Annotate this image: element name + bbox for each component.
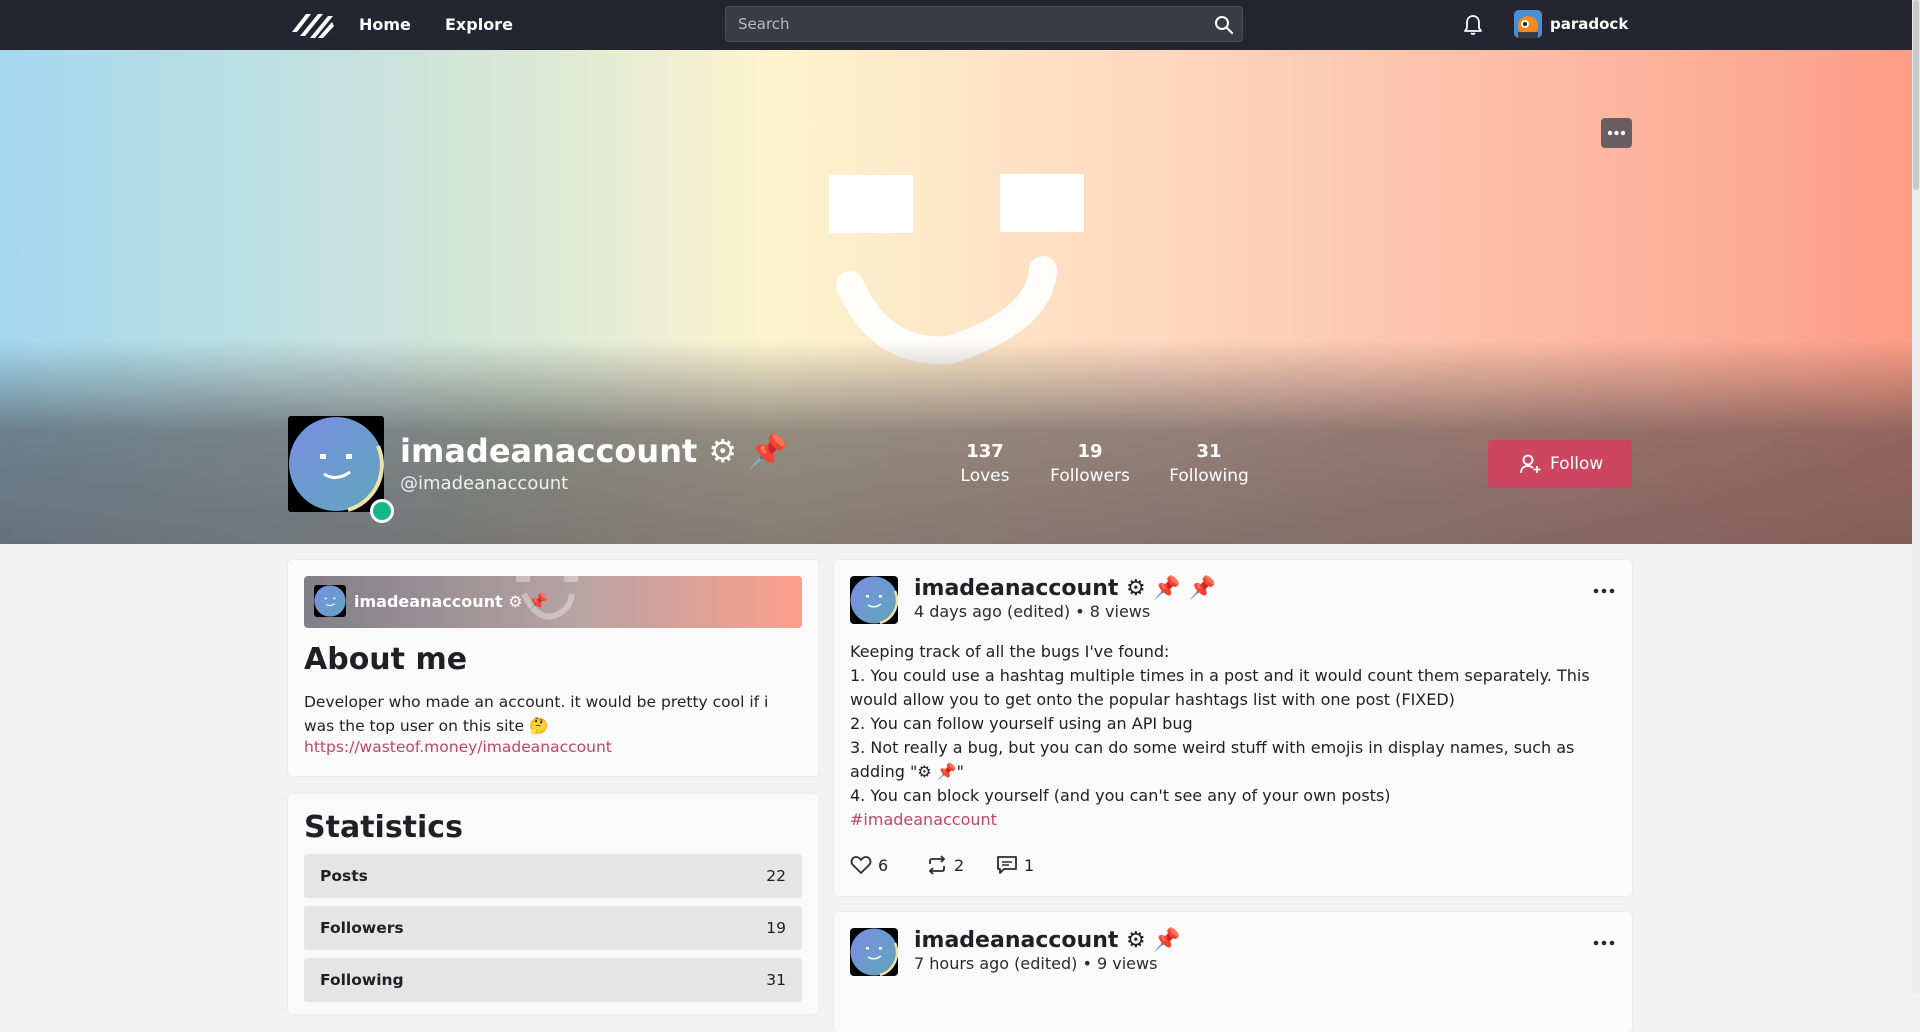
post-line: Keeping track of all the bugs I've found… bbox=[850, 642, 1170, 661]
statistics-card: Statistics Posts 22 Followers 19 Followi… bbox=[288, 794, 818, 1014]
profile-name: imadeanaccount ⚙ 📌 bbox=[400, 432, 789, 470]
comment-count: 1 bbox=[1024, 855, 1035, 875]
like-count: 6 bbox=[878, 855, 889, 875]
statistics-title: Statistics bbox=[304, 810, 463, 845]
online-status-dot bbox=[370, 499, 394, 523]
post-line: 3. Not really a bug, but you can do some… bbox=[850, 738, 1580, 781]
search-box bbox=[725, 6, 1243, 42]
follow-button[interactable]: Follow bbox=[1488, 440, 1632, 488]
statistics-row-label: Posts bbox=[320, 867, 368, 885]
repost-button[interactable]: 2 bbox=[926, 854, 964, 876]
post-author-avatar[interactable] bbox=[850, 576, 898, 624]
post-author-name[interactable]: imadeanaccount ⚙ 📌 bbox=[914, 928, 1181, 953]
about-link[interactable]: https://wasteof.money/imadeanaccount bbox=[304, 738, 612, 756]
statistics-row-value: 19 bbox=[766, 919, 786, 937]
search-input[interactable] bbox=[726, 7, 1242, 41]
statistics-row-label: Following bbox=[320, 971, 404, 989]
comment-button[interactable]: 1 bbox=[996, 854, 1034, 876]
mini-profile-name: imadeanaccount ⚙ 📌 bbox=[354, 592, 549, 611]
heart-icon bbox=[850, 856, 872, 874]
post-line: 1. You could use a hashtag multiple time… bbox=[850, 666, 1595, 709]
statistics-row: Following 31 bbox=[304, 958, 802, 1002]
stat-loves-value: 137 bbox=[966, 441, 1004, 462]
about-text: Developer who made an account. it would … bbox=[304, 693, 769, 735]
more-icon[interactable] bbox=[1592, 584, 1616, 598]
profile-avatar[interactable] bbox=[288, 416, 384, 512]
like-button[interactable]: 6 bbox=[850, 854, 888, 876]
more-icon[interactable] bbox=[1592, 936, 1616, 950]
stat-following-label: Following bbox=[1169, 466, 1249, 486]
post-line: 4. You can block yourself (and you can't… bbox=[850, 786, 1391, 805]
add-user-icon bbox=[1520, 454, 1542, 474]
post-card: imadeanaccount ⚙ 📌 📌 4 days ago (edited)… bbox=[834, 560, 1632, 896]
statistics-row: Posts 22 bbox=[304, 854, 802, 898]
statistics-row-value: 22 bbox=[766, 867, 786, 885]
stat-loves[interactable]: 137 Loves bbox=[935, 441, 1035, 486]
post-author-avatar[interactable] bbox=[850, 928, 898, 976]
post-meta: 4 days ago (edited) • 8 views bbox=[914, 602, 1151, 621]
post-meta: 7 hours ago (edited) • 9 views bbox=[914, 954, 1158, 973]
more-icon bbox=[1607, 130, 1626, 136]
scrollbar-thumb[interactable] bbox=[1913, 0, 1919, 190]
statistics-row: Followers 19 bbox=[304, 906, 802, 950]
statistics-row-value: 31 bbox=[766, 971, 786, 989]
post-hashtag[interactable]: #imadeanaccount bbox=[850, 808, 1600, 832]
mini-avatar bbox=[314, 585, 346, 617]
user-name[interactable]: paradock bbox=[1550, 15, 1628, 33]
banner-more-button[interactable] bbox=[1601, 118, 1632, 148]
profile-handle: @imadeanaccount bbox=[400, 473, 569, 494]
nav-home-link[interactable]: Home bbox=[359, 15, 411, 34]
search-icon[interactable] bbox=[1214, 15, 1234, 35]
post-line: 2. You can follow yourself using an API … bbox=[850, 714, 1193, 733]
about-title: About me bbox=[304, 642, 468, 677]
about-card: imadeanaccount ⚙ 📌 About me Developer wh… bbox=[288, 560, 818, 776]
scrollbar-track[interactable] bbox=[1912, 0, 1920, 993]
repost-icon bbox=[928, 855, 946, 875]
statistics-row-label: Followers bbox=[320, 919, 404, 937]
mini-profile-banner[interactable]: imadeanaccount ⚙ 📌 bbox=[304, 576, 802, 628]
stat-followers-value: 19 bbox=[1077, 441, 1103, 462]
post-author-name[interactable]: imadeanaccount ⚙ 📌 📌 bbox=[914, 576, 1216, 601]
comment-icon bbox=[997, 856, 1017, 874]
repost-count: 2 bbox=[954, 855, 965, 875]
stat-followers[interactable]: 19 Followers bbox=[1040, 441, 1140, 486]
bell-icon[interactable] bbox=[1462, 14, 1484, 36]
stat-loves-label: Loves bbox=[960, 466, 1010, 486]
logo-icon[interactable] bbox=[292, 10, 334, 40]
stat-following[interactable]: 31 Following bbox=[1159, 441, 1259, 486]
follow-label: Follow bbox=[1550, 454, 1604, 474]
top-navbar: Home Explore paradock bbox=[0, 0, 1920, 50]
post-card: imadeanaccount ⚙ 📌 7 hours ago (edited) … bbox=[834, 912, 1632, 1032]
post-body: Keeping track of all the bugs I've found… bbox=[850, 640, 1600, 832]
stat-followers-label: Followers bbox=[1050, 466, 1130, 486]
stat-following-value: 31 bbox=[1196, 441, 1222, 462]
nav-explore-link[interactable]: Explore bbox=[445, 15, 513, 34]
user-avatar[interactable] bbox=[1514, 10, 1542, 38]
